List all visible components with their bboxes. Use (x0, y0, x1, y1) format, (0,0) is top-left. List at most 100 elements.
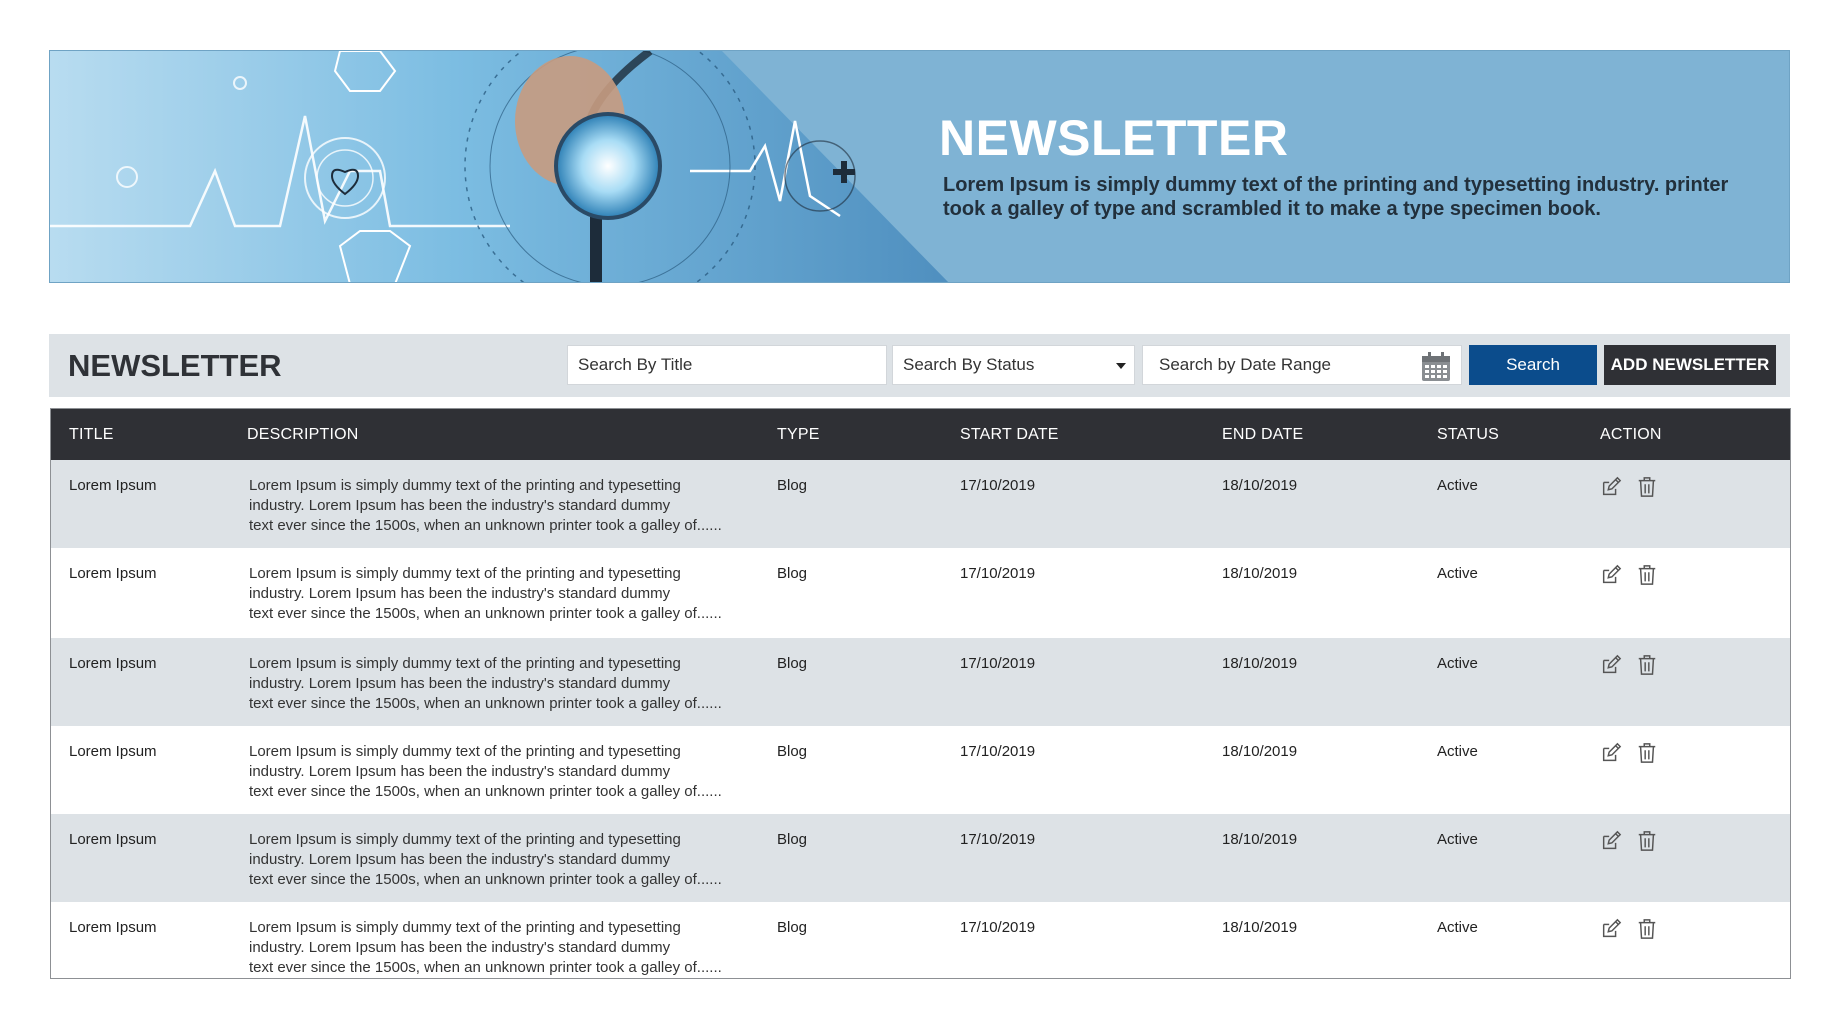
column-header-status[interactable]: STATUS (1419, 409, 1582, 460)
search-button[interactable]: Search (1469, 345, 1597, 385)
row-description: Lorem Ipsum is simply dummy text of the … (229, 638, 759, 726)
row-type: Blog (777, 655, 808, 672)
row-status: Active (1437, 655, 1478, 672)
search-status-select[interactable]: Search By Status (892, 345, 1135, 385)
search-title-input[interactable] (578, 346, 886, 384)
row-description-line: Lorem Ipsum is simply dummy text of the … (249, 565, 681, 582)
row-status: Active (1437, 565, 1478, 582)
row-description-line: Lorem Ipsum is simply dummy text of the … (249, 919, 681, 936)
page-title: NEWSLETTER (68, 348, 282, 383)
row-start-date: 17/10/2019 (960, 919, 1036, 936)
row-end-date: 18/10/2019 (1222, 565, 1298, 582)
row-title: Lorem Ipsum (69, 565, 157, 582)
row-type: Blog (777, 477, 808, 494)
row-description-line: industry. Lorem Ipsum has been the indus… (249, 939, 671, 956)
add-newsletter-button[interactable]: ADD NEWSLETTER (1604, 345, 1776, 385)
row-description-line: text ever since the 1500s, when an unkno… (249, 517, 722, 534)
row-end-date: 18/10/2019 (1222, 477, 1298, 494)
column-header-type[interactable]: TYPE (759, 409, 942, 460)
trash-icon[interactable] (1636, 918, 1658, 940)
chevron-down-icon (1116, 363, 1126, 369)
table-row: Lorem Ipsum Lorem Ipsum is simply dummy t… (51, 902, 1790, 978)
row-actions (1582, 902, 1790, 978)
column-header-end-date[interactable]: END DATE (1204, 409, 1419, 460)
row-end-date: 18/10/2019 (1222, 919, 1298, 936)
row-start-date: 17/10/2019 (960, 565, 1036, 582)
row-type: Blog (777, 743, 808, 760)
row-description-line: text ever since the 1500s, when an unkno… (249, 783, 722, 800)
banner-title: NEWSLETTER (939, 110, 1289, 166)
row-description-line: text ever since the 1500s, when an unkno… (249, 871, 722, 888)
trash-icon[interactable] (1636, 476, 1658, 498)
newsletter-banner: NEWSLETTER Lorem Ipsum is simply dummy t… (49, 50, 1790, 283)
edit-icon[interactable] (1600, 654, 1622, 676)
medical-stethoscope-illustration (50, 51, 949, 282)
row-title: Lorem Ipsum (69, 743, 157, 760)
row-description: Lorem Ipsum is simply dummy text of the … (229, 902, 759, 978)
row-description-line: industry. Lorem Ipsum has been the indus… (249, 675, 671, 692)
row-description-line: text ever since the 1500s, when an unkno… (249, 959, 722, 976)
row-actions (1582, 638, 1790, 726)
search-date-range-input[interactable] (1159, 346, 1419, 384)
search-status-value: Search By Status (903, 355, 1035, 374)
table-row: Lorem Ipsum Lorem Ipsum is simply dummy t… (51, 460, 1790, 548)
table-row: Lorem Ipsum Lorem Ipsum is simply dummy t… (51, 638, 1790, 726)
row-description-line: Lorem Ipsum is simply dummy text of the … (249, 477, 681, 494)
row-actions (1582, 814, 1790, 902)
row-type: Blog (777, 919, 808, 936)
row-start-date: 17/10/2019 (960, 831, 1036, 848)
row-title: Lorem Ipsum (69, 831, 157, 848)
row-title: Lorem Ipsum (69, 477, 157, 494)
table-row: Lorem Ipsum Lorem Ipsum is simply dummy t… (51, 726, 1790, 814)
row-actions (1582, 460, 1790, 548)
row-status: Active (1437, 919, 1478, 936)
trash-icon[interactable] (1636, 742, 1658, 764)
row-description-line: Lorem Ipsum is simply dummy text of the … (249, 831, 681, 848)
row-start-date: 17/10/2019 (960, 655, 1036, 672)
row-type: Blog (777, 565, 808, 582)
row-description-line: industry. Lorem Ipsum has been the indus… (249, 763, 671, 780)
edit-icon[interactable] (1600, 476, 1622, 498)
table-row: Lorem Ipsum Lorem Ipsum is simply dummy t… (51, 814, 1790, 902)
edit-icon[interactable] (1600, 918, 1622, 940)
row-end-date: 18/10/2019 (1222, 831, 1298, 848)
edit-icon[interactable] (1600, 742, 1622, 764)
row-description-line: Lorem Ipsum is simply dummy text of the … (249, 743, 681, 760)
row-description-line: industry. Lorem Ipsum has been the indus… (249, 497, 671, 514)
banner-description: Lorem Ipsum is simply dummy text of the … (943, 174, 1729, 220)
row-start-date: 17/10/2019 (960, 743, 1036, 760)
newsletter-toolbar: NEWSLETTER Search By Status Search ADD N… (49, 334, 1790, 397)
row-status: Active (1437, 743, 1478, 760)
row-actions (1582, 548, 1790, 638)
column-header-title[interactable]: TITLE (51, 409, 229, 460)
row-description: Lorem Ipsum is simply dummy text of the … (229, 460, 759, 548)
column-header-start-date[interactable]: START DATE (942, 409, 1204, 460)
trash-icon[interactable] (1636, 830, 1658, 852)
edit-icon[interactable] (1600, 564, 1622, 586)
search-date-range-field (1142, 345, 1462, 385)
row-end-date: 18/10/2019 (1222, 655, 1298, 672)
row-description-line: text ever since the 1500s, when an unkno… (249, 605, 722, 622)
edit-icon[interactable] (1600, 830, 1622, 852)
table-row: Lorem Ipsum Lorem Ipsum is simply dummy t… (51, 548, 1790, 638)
row-description-line: industry. Lorem Ipsum has been the indus… (249, 585, 671, 602)
row-description: Lorem Ipsum is simply dummy text of the … (229, 814, 759, 902)
row-type: Blog (777, 831, 808, 848)
row-description-line: Lorem Ipsum is simply dummy text of the … (249, 655, 681, 672)
newsletter-table: TITLE DESCRIPTION TYPE START DATE END DA… (50, 408, 1791, 979)
row-title: Lorem Ipsum (69, 655, 157, 672)
row-end-date: 18/10/2019 (1222, 743, 1298, 760)
row-description-line: text ever since the 1500s, when an unkno… (249, 695, 722, 712)
row-status: Active (1437, 477, 1478, 494)
row-description: Lorem Ipsum is simply dummy text of the … (229, 548, 759, 638)
column-header-description[interactable]: DESCRIPTION (229, 409, 759, 460)
trash-icon[interactable] (1636, 564, 1658, 586)
row-description-line: industry. Lorem Ipsum has been the indus… (249, 851, 671, 868)
table-header-row: TITLE DESCRIPTION TYPE START DATE END DA… (51, 409, 1790, 460)
calendar-icon[interactable] (1421, 352, 1451, 382)
row-actions (1582, 726, 1790, 814)
row-start-date: 17/10/2019 (960, 477, 1036, 494)
trash-icon[interactable] (1636, 654, 1658, 676)
row-description: Lorem Ipsum is simply dummy text of the … (229, 726, 759, 814)
column-header-action: ACTION (1600, 425, 1662, 443)
